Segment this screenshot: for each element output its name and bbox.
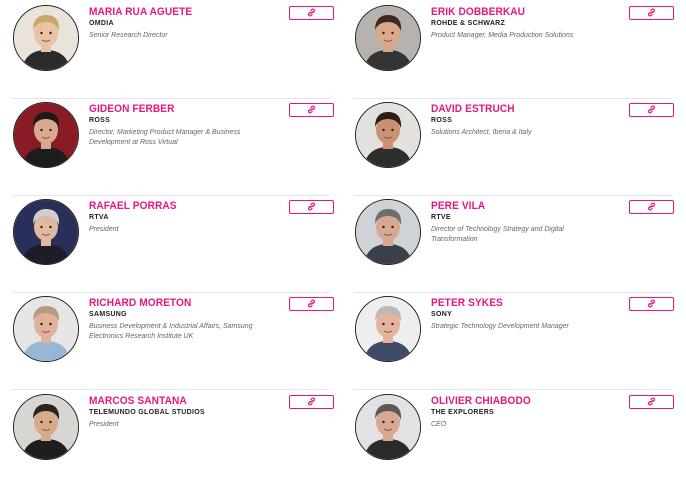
speaker-avatar bbox=[13, 296, 79, 362]
link-icon bbox=[647, 295, 656, 313]
speaker-role: Strategic Technology Development Manager bbox=[431, 323, 569, 330]
speaker-link-button[interactable] bbox=[289, 200, 334, 214]
speaker-role: CEO bbox=[431, 421, 447, 428]
speaker-card: RICHARD MORETON SAMSUNG Business Develop… bbox=[0, 293, 336, 390]
speaker-link-button[interactable] bbox=[289, 103, 334, 117]
speaker-avatar bbox=[355, 102, 421, 168]
link-icon bbox=[307, 4, 316, 22]
speaker-role: Product Manager, Media Production Soluti… bbox=[431, 32, 574, 39]
link-icon bbox=[647, 4, 656, 22]
speaker-name: ERIK DOBBERKAU bbox=[431, 6, 526, 18]
link-icon bbox=[647, 198, 656, 216]
speaker-link-button[interactable] bbox=[629, 297, 674, 311]
speaker-name: PETER SYKES bbox=[431, 297, 503, 309]
speaker-avatar bbox=[13, 199, 79, 265]
link-icon bbox=[307, 295, 316, 313]
speaker-name: GIDEON FERBER bbox=[89, 103, 175, 115]
divider bbox=[354, 389, 672, 390]
speaker-name: MARCOS SANTANA bbox=[89, 395, 187, 407]
speaker-avatar bbox=[13, 102, 79, 168]
speaker-card: OLIVIER CHIABODO THE EXPLORERS CEO bbox=[342, 391, 678, 488]
speaker-link-button[interactable] bbox=[629, 103, 674, 117]
speaker-name: RAFAEL PORRAS bbox=[89, 200, 177, 212]
speaker-avatar bbox=[355, 199, 421, 265]
speaker-role: Business Development & Industrial Affair… bbox=[89, 323, 253, 340]
speaker-role: Solutions Architect, Iberia & Italy bbox=[431, 129, 532, 136]
speaker-card: MARIA RUA AGUETE OMDIA Senior Research D… bbox=[0, 2, 336, 99]
speaker-name: PERE VILA bbox=[431, 200, 486, 212]
speaker-card: GIDEON FERBER ROSS Director, Marketing P… bbox=[0, 99, 336, 196]
divider bbox=[12, 389, 330, 390]
speaker-card: ERIK DOBBERKAU ROHDE & SCHWARZ Product M… bbox=[342, 2, 678, 99]
speaker-link-button[interactable] bbox=[629, 395, 674, 409]
speaker-role: Senior Research Director bbox=[89, 32, 168, 39]
speaker-company: TELEMUNDO GLOBAL STUDIOS bbox=[89, 409, 205, 416]
speaker-link-button[interactable] bbox=[289, 395, 334, 409]
link-icon bbox=[307, 198, 316, 216]
speaker-avatar bbox=[13, 5, 79, 71]
speaker-avatar bbox=[355, 394, 421, 460]
speaker-company: ROHDE & SCHWARZ bbox=[431, 20, 506, 27]
speaker-link-button[interactable] bbox=[289, 297, 334, 311]
link-icon bbox=[307, 101, 316, 119]
speaker-avatar bbox=[13, 394, 79, 460]
speaker-role: Director, Marketing Product Manager & Bu… bbox=[89, 129, 241, 146]
speaker-company: OMDIA bbox=[89, 20, 114, 27]
speaker-name: OLIVIER CHIABODO bbox=[431, 395, 531, 407]
speaker-name: MARIA RUA AGUETE bbox=[89, 6, 193, 18]
speaker-card: DAVID ESTRUCH ROSS Solutions Architect, … bbox=[342, 99, 678, 196]
speaker-card: RAFAEL PORRAS RTVA President bbox=[0, 196, 336, 293]
speaker-card: PETER SYKES SONY Strategic Technology De… bbox=[342, 293, 678, 390]
speaker-company: RTVA bbox=[89, 214, 109, 221]
speaker-name: DAVID ESTRUCH bbox=[431, 103, 515, 115]
speaker-avatar bbox=[355, 296, 421, 362]
speaker-link-button[interactable] bbox=[629, 200, 674, 214]
speaker-company: ROSS bbox=[89, 117, 111, 124]
speaker-card: MARCOS SANTANA TELEMUNDO GLOBAL STUDIOS … bbox=[0, 391, 336, 488]
speaker-link-button[interactable] bbox=[629, 6, 674, 20]
speaker-name: RICHARD MORETON bbox=[89, 297, 192, 309]
speaker-company: THE EXPLORERS bbox=[431, 409, 495, 416]
speakers-grid: MARIA RUA AGUETE OMDIA Senior Research D… bbox=[0, 0, 686, 464]
link-icon bbox=[647, 101, 656, 119]
speaker-company: SAMSUNG bbox=[89, 311, 127, 318]
speaker-link-button[interactable] bbox=[289, 6, 334, 20]
speaker-card: PERE VILA RTVE Director of Technology St… bbox=[342, 196, 678, 293]
speaker-role: Director of Technology Strategy and Digi… bbox=[431, 226, 564, 243]
speaker-role: President bbox=[89, 226, 119, 233]
speaker-role: President bbox=[89, 421, 119, 428]
speaker-avatar bbox=[355, 5, 421, 71]
speaker-company: RTVE bbox=[431, 214, 451, 221]
link-icon bbox=[647, 393, 656, 411]
speaker-company: ROSS bbox=[431, 117, 453, 124]
link-icon bbox=[307, 393, 316, 411]
speaker-company: SONY bbox=[431, 311, 453, 318]
